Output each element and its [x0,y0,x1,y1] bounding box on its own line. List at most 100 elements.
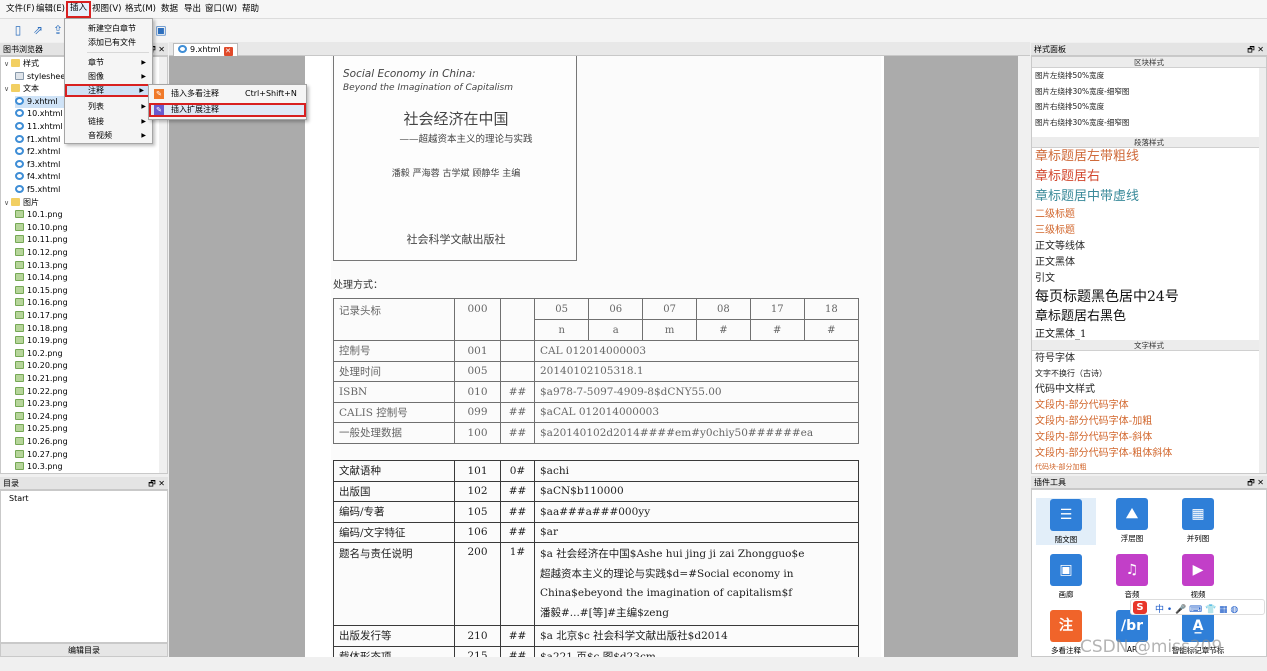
menu-item[interactable]: 帮助 [240,2,261,17]
menu-item-7[interactable]: 音视频 ▶ [65,129,152,142]
expand-caret-icon[interactable]: ∨ [2,83,11,96]
tree-item[interactable]: 10.21.png [15,373,68,386]
tree-item[interactable]: 10.12.png [15,247,68,260]
menu-item[interactable]: 编辑(E) [34,2,67,17]
tree-item[interactable]: 10.27.png [15,449,68,462]
para-style-item[interactable]: 章标题居右黑色 [1035,310,1126,323]
tree-item[interactable]: 10.3.png [15,461,63,473]
tree-item[interactable]: 11.xhtml [15,121,63,134]
block-style-item[interactable]: 图片左绕排50%宽度 [1035,72,1104,80]
dock-controls-icon[interactable]: 🗗 ✕ [148,477,165,490]
menu-item[interactable]: 格式(M) [123,2,158,17]
ime-tray-icons[interactable]: 中 • 🎤 ⌨ 👕 ▦ ◍ [1155,602,1238,615]
para-style-item[interactable]: 二级标题 [1035,210,1075,220]
menu-item-6[interactable]: 链接 ▶ [65,115,152,128]
para-style-item[interactable]: 章标题居左带粗线 [1035,150,1139,163]
tree-item[interactable]: 10.10.png [15,222,68,235]
tree-item[interactable]: 10.16.png [15,297,68,310]
edit-toc-button[interactable]: 编辑目录 [0,643,168,657]
editor-scrollbar[interactable] [1018,56,1030,657]
sogou-ime-icon[interactable]: S [1133,601,1147,614]
tree-item[interactable]: 10.2.png [15,348,63,361]
menu-item[interactable]: 插入 [66,1,92,18]
editor-canvas[interactable]: Social Economy in China: Beyond the Imag… [169,56,1030,657]
block-style-item[interactable]: 图片左绕排30%宽度-细窄图 [1035,87,1129,96]
menu-item[interactable]: 导出 [182,2,203,17]
menu-item-4[interactable]: 注释 ▶ [65,84,152,97]
menu-item[interactable]: 窗口(W) [203,2,239,17]
style-panel-scrollbar[interactable] [1259,68,1266,473]
block-style-item[interactable]: 图片右绕排30%宽度-细窄图 [1035,118,1129,127]
tree-item[interactable]: 10.11.png [15,234,68,247]
menu-item[interactable]: 数据 [159,2,180,17]
tree-item[interactable]: 10.23.png [15,398,68,411]
close-tab-icon[interactable]: ✕ [223,47,233,56]
plugin-inline-image[interactable]: ☰ 随文图 [1036,498,1096,545]
menu-item-5[interactable]: 列表 ▶ [65,100,152,113]
para-style-item[interactable]: 正文黑体_1 [1035,330,1086,340]
tree-item[interactable]: 10.1.png [15,209,63,222]
tree-item[interactable]: ∨ 文本 [2,83,39,96]
para-style-item[interactable]: 正文黑体 [1035,258,1075,268]
menu-item[interactable]: 文件(F) [4,2,37,17]
tree-item[interactable]: 10.18.png [15,323,68,336]
tree-item[interactable]: 10.14.png [15,272,68,285]
plugin-grid-image[interactable]: ▦ 并列图 [1168,498,1228,544]
char-style-item[interactable]: 文段内-部分代码字体 [1035,401,1129,411]
tree-item[interactable]: f2.xhtml [15,146,60,159]
tree-item[interactable]: 10.26.png [15,436,68,449]
tree-item[interactable]: 10.19.png [15,335,68,348]
para-style-item[interactable]: 引文 [1035,274,1055,284]
plugin-video[interactable]: ▶ 视频 [1168,554,1228,600]
dock-controls-icon[interactable]: 🗗 ✕ [1247,43,1264,56]
char-style-item[interactable]: 文字不换行（古诗） [1035,369,1107,378]
share-icon[interactable]: ⇗ [30,22,46,38]
tree-item[interactable]: 10.22.png [15,386,68,399]
preview-icon[interactable]: ▣ [153,22,169,38]
expand-caret-icon[interactable]: ∨ [2,197,11,210]
char-style-item[interactable]: 符号字体 [1035,354,1075,364]
plugin-float-image[interactable]: ⛰ 浮层图 [1102,498,1162,544]
para-style-item[interactable]: 每页标题黑色居中24号 [1035,290,1179,304]
dock-controls-icon[interactable]: 🗗 ✕ [1247,476,1264,489]
tree-item[interactable]: 9.xhtml [15,95,64,109]
expand-caret-icon[interactable]: ∨ [2,58,11,71]
tree-item[interactable]: 10.25.png [15,423,68,436]
para-style-item[interactable]: 正文等线体 [1035,242,1085,252]
para-style-item[interactable]: 章标题居右 [1035,170,1100,183]
tree-item[interactable]: 10.15.png [15,285,68,298]
char-style-item[interactable]: 代码中文样式 [1035,385,1095,395]
tree-item[interactable]: f5.xhtml [15,184,60,197]
menu-item-1[interactable]: 添加已有文件 [65,36,152,49]
tree-item[interactable]: 10.xhtml [15,108,63,121]
tree-item[interactable]: 10.13.png [15,260,68,273]
char-style-item[interactable]: 文段内-部分代码字体-斜体 [1035,432,1152,443]
menu-item-2[interactable]: 章节 ▶ [65,56,152,69]
plugin-audio[interactable]: ♫ 音频 [1102,554,1162,600]
new-file-icon[interactable]: ▯ [10,22,26,38]
ime-toolbar[interactable]: S 中 • 🎤 ⌨ 👕 ▦ ◍ [1130,599,1265,615]
submenu-item-1[interactable]: ✎ 插入扩展注释 [149,103,306,117]
menu-item[interactable]: 视图(V) [90,2,123,17]
tree-item[interactable]: stylesheet [15,71,68,84]
menu-item-0[interactable]: 新建空白章节 [65,22,152,35]
tree-item[interactable]: 10.24.png [15,411,68,424]
para-style-item[interactable]: 章标题居中带虚线 [1035,190,1139,203]
toc-item[interactable]: Start [9,493,29,506]
char-style-item[interactable]: 文段内-部分代码字体-粗体斜体 [1035,448,1172,459]
para-style-item[interactable]: 三级标题 [1035,226,1075,236]
block-style-item[interactable]: 图片右绕排50%宽度 [1035,103,1104,111]
char-style-item[interactable]: 代码块-部分加粗 [1035,464,1087,471]
plugin-gallery[interactable]: ▣ 画廊 [1036,554,1096,600]
submenu-item-0[interactable]: ✎ 插入多看注释 Ctrl+Shift+N [149,87,306,101]
char-style-item[interactable]: 文段内-部分代码字体-加粗 [1035,416,1152,427]
tree-item[interactable]: f1.xhtml [15,134,60,147]
tab-9-xhtml[interactable]: 9.xhtml ✕ [173,43,238,56]
tree-item[interactable]: 10.17.png [15,310,68,323]
menu-item-3[interactable]: 图像 ▶ [65,70,152,83]
tree-item[interactable]: f4.xhtml [15,171,60,184]
tree-item[interactable]: ∨ 图片 [2,197,39,210]
tree-item[interactable]: f3.xhtml [15,159,60,172]
tree-item[interactable]: 10.20.png [15,360,68,373]
tree-item[interactable]: ∨ 样式 [2,58,39,71]
